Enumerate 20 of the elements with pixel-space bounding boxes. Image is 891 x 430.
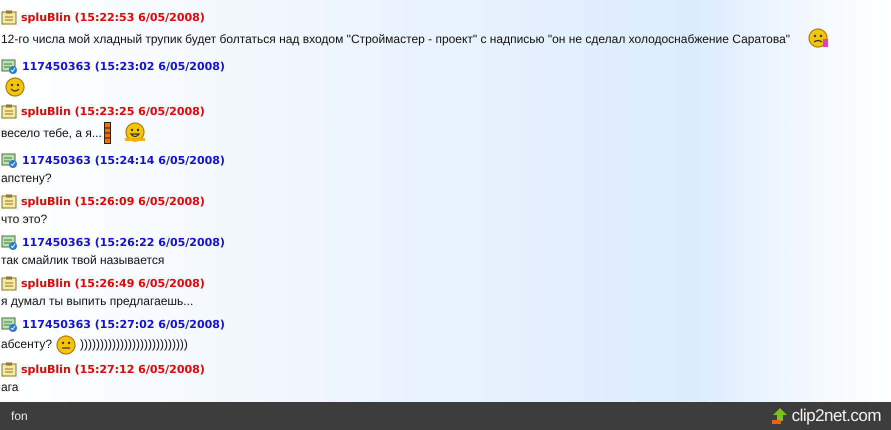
message-text: апстену? [1,171,52,185]
message-header: spluBlin (15:26:09 6/05/2008) [21,194,205,208]
message-text: что это? [1,212,48,226]
message-header: spluBlin (15:26:49 6/05/2008) [21,276,205,290]
message-text: ага [1,380,18,394]
message-header: spluBlin (15:22:53 6/05/2008) [21,10,205,24]
image-title: fon [11,409,28,423]
message-text: ))))))))))))))))))))))))))) [80,337,188,351]
message-text: так смайлик твой называется [1,253,164,267]
message-header: 117450363 (15:24:14 6/05/2008) [22,154,225,166]
message-header: 117450363 (15:26:22 6/05/2008) [22,236,225,248]
brand-logo: clip2net.com [792,406,881,426]
message-header: spluBlin (15:27:12 6/05/2008) [21,362,205,376]
message-text: абсенту? [1,337,52,351]
message-text: 12-го числа мой хладный трупик будет болтаться над входом "Строймастер - проект" с надписью "он не сделал холодоснабжение Саратова" [1,32,790,46]
message-text: я думал ты выпить предлагаешь... [1,294,194,308]
message-text: весело тебе, а я... [1,126,102,140]
message-header: 117450363 (15:27:02 6/05/2008) [22,318,225,330]
message-header: spluBlin (15:23:25 6/05/2008) [21,104,205,118]
message-header: 117450363 (15:23:02 6/05/2008) [22,60,225,72]
